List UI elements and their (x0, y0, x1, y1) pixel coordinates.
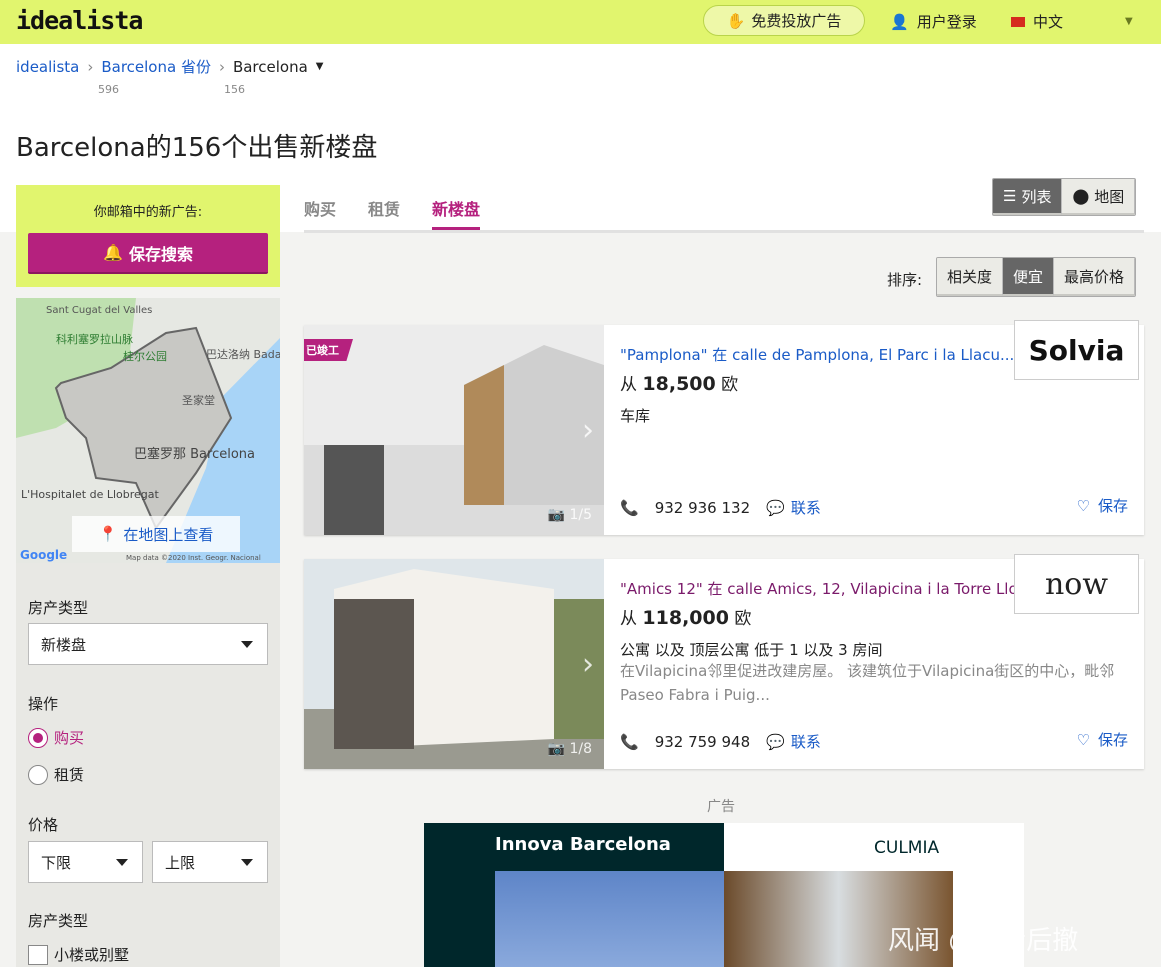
property-type-select[interactable]: 新楼盘 (28, 623, 268, 665)
save-listing-button[interactable]: ♡ 保存 (1077, 729, 1128, 750)
listing-photo[interactable]: 已竣工 › 📷 1/5 (304, 325, 604, 535)
sort-options: 相关度 便宜 最高价格 (936, 257, 1137, 297)
property-type-label: 房产类型 (28, 599, 89, 617)
price-label: 价格 (28, 816, 59, 834)
listing-photo[interactable]: › 📷 1/8 (304, 559, 604, 769)
list-view-button[interactable]: ☰ 列表 (993, 179, 1063, 215)
top-header (0, 0, 1161, 44)
map-label: 桂尔公园 (123, 349, 167, 363)
heart-icon: ♡ (1076, 496, 1090, 515)
sort-highest-price[interactable]: 最高价格 (1054, 258, 1136, 296)
chat-icon: 💬 (766, 732, 785, 751)
publish-ad-button[interactable]: ✋ 免费投放广告 (703, 5, 865, 36)
filters-panel: 房产类型 新楼盘 操作 购买 租赁 价格 下限 上限 房产类型 小楼或别墅 (16, 563, 280, 967)
save-search-button[interactable]: 🔔 保存搜索 (28, 233, 268, 274)
language-selector[interactable]: 中文 (1011, 11, 1063, 32)
alert-panel: 你邮箱中的新广告: 🔔 保存搜索 (16, 185, 280, 287)
hand-icon: ✋ (726, 11, 746, 30)
caret-down-icon (116, 859, 128, 866)
listing-card: › 📷 1/8 "Amics 12" 在 calle Amics, 12, Vi… (304, 554, 1144, 769)
listing-details: 车库 (620, 407, 651, 425)
listing-price: 从 18,500 欧 (620, 373, 739, 395)
page-title: Barcelona的156个出售新楼盘 (16, 133, 378, 163)
tab-buy[interactable]: 购买 (304, 196, 336, 230)
property-type-label-2: 房产类型 (28, 912, 89, 930)
operation-label: 操作 (28, 695, 59, 713)
breadcrumb-city[interactable]: Barcelona (233, 58, 308, 76)
heart-icon: ♡ (1076, 730, 1090, 749)
caret-down-icon (241, 859, 253, 866)
map-label: L'Hospitalet de Llobregat (21, 488, 160, 501)
phone-icon: 📞 (620, 732, 639, 751)
map-pin-icon: ⬤ (1072, 187, 1090, 205)
operation-tabs: 购买 租赁 新楼盘 (304, 196, 481, 230)
google-logo: Google (20, 548, 67, 562)
radio-buy[interactable]: 购买 (28, 727, 84, 748)
city-count: 156 (224, 83, 245, 96)
agency-logo[interactable]: now (1014, 554, 1139, 614)
next-photo-icon[interactable]: › (582, 647, 594, 682)
photo-count: 📷 1/8 (547, 741, 592, 757)
map-label: 巴塞罗那 Barcelona (134, 446, 255, 462)
price-max-select[interactable]: 上限 (152, 841, 268, 883)
view-on-map-button[interactable]: 📍 在地图上查看 (72, 516, 240, 552)
map-label: 科利塞罗拉山脉 (56, 332, 133, 346)
building-photo (304, 325, 604, 535)
map-label: 圣家堂 (182, 393, 215, 407)
ad-building-image (495, 871, 724, 967)
map-label: 巴达洛纳 Badalona (206, 347, 280, 361)
language-dropdown-icon[interactable]: ▼ (1125, 16, 1133, 27)
ad-label: 广告 (707, 799, 735, 815)
next-photo-icon[interactable]: › (582, 413, 594, 448)
user-icon: 👤 (890, 12, 909, 31)
listing-card: 已竣工 › 📷 1/5 "Pamplona" 在 calle de Pamplo… (304, 320, 1144, 535)
listing-title[interactable]: "Pamplona" 在 calle de Pamplona, El Parc … (620, 344, 1014, 365)
phone-icon: 📞 (620, 498, 639, 517)
alert-text: 你邮箱中的新广告: (93, 205, 203, 220)
chat-icon: 💬 (766, 498, 785, 517)
caret-down-icon (241, 641, 253, 648)
watermark: 风闻 @半步后撤 (888, 926, 1079, 956)
agency-logo[interactable]: Solvia (1014, 320, 1139, 380)
photo-count: 📷 1/5 (547, 507, 592, 523)
radio-rent[interactable]: 租赁 (28, 764, 84, 785)
map-attribution: Map data ©2020 Inst. Geogr. Nacional (126, 554, 261, 562)
breadcrumb-province[interactable]: Barcelona 省份 (101, 56, 211, 77)
breadcrumb-idealista[interactable]: idealista (16, 58, 79, 76)
listing-details: 公寓 以及 顶层公寓 低于 1 以及 3 房间 (620, 641, 883, 659)
tab-rent[interactable]: 租赁 (368, 196, 400, 230)
map-preview[interactable]: Sant Cugat del Valles 科利塞罗拉山脉 桂尔公园 巴达洛纳 … (16, 298, 280, 563)
contact-button[interactable]: 💬 联系 (766, 497, 821, 518)
china-flag-icon (1011, 16, 1025, 27)
ad-right-title: CULMIA (874, 838, 940, 858)
breadcrumb: idealista › Barcelona 省份 › Barcelona ▼ (16, 56, 324, 77)
list-icon: ☰ (1003, 187, 1017, 205)
ad-left-title: Innova Barcelona (495, 834, 671, 855)
price-min-select[interactable]: 下限 (28, 841, 143, 883)
map-pin-icon: 📍 (98, 525, 118, 543)
listing-title[interactable]: "Amics 12" 在 calle Amics, 12, Vilapicina… (620, 578, 1032, 599)
sort-label: 排序: (887, 271, 923, 289)
caret-down-icon[interactable]: ▼ (316, 61, 324, 72)
tab-new-developments[interactable]: 新楼盘 (432, 196, 481, 230)
phone-number[interactable]: 932 936 132 (655, 499, 750, 517)
status-badge: 已竣工 (304, 339, 353, 361)
map-view-button[interactable]: ⬤ 地图 (1062, 179, 1136, 215)
map-label: Sant Cugat del Valles (46, 305, 152, 316)
sort-cheapest[interactable]: 便宜 (1003, 258, 1055, 296)
bell-icon: 🔔 (103, 243, 123, 262)
contact-button[interactable]: 💬 联系 (766, 731, 821, 752)
province-count: 596 (98, 83, 119, 96)
tab-divider (304, 230, 1144, 233)
save-listing-button[interactable]: ♡ 保存 (1077, 495, 1128, 516)
listing-description: 在Vilapicina邻里促进改建房屋。 该建筑位于Vilapicina街区的中… (620, 662, 1115, 704)
login-link[interactable]: 👤 用户登录 (890, 11, 977, 32)
listing-price: 从 118,000 欧 (620, 607, 752, 629)
idealista-logo[interactable]: idealista (16, 6, 143, 35)
building-photo (304, 559, 604, 769)
phone-number[interactable]: 932 759 948 (655, 733, 750, 751)
sort-relevance[interactable]: 相关度 (937, 258, 1004, 296)
view-toggle: ☰ 列表 ⬤ 地图 (992, 178, 1137, 216)
checkbox-house[interactable]: 小楼或别墅 (28, 944, 129, 965)
